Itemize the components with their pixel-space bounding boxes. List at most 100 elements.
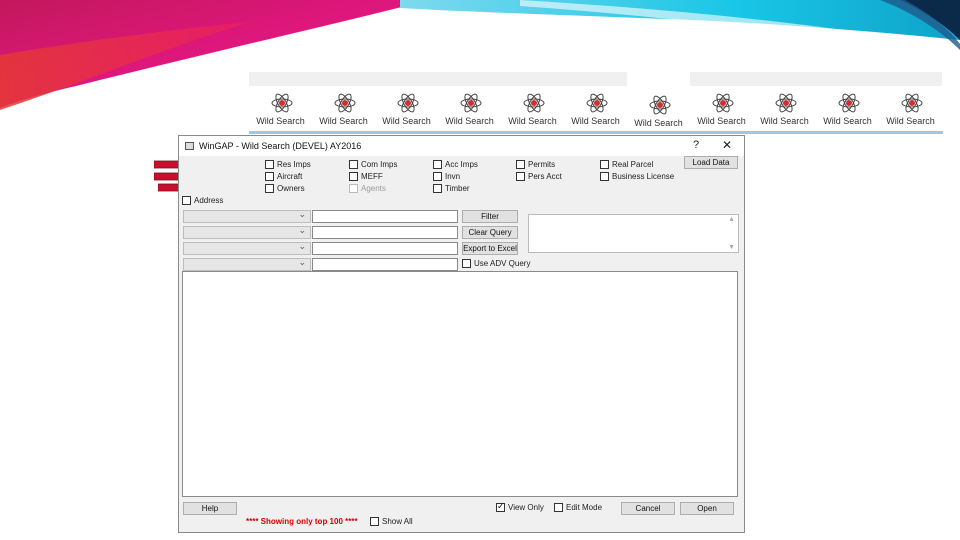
checkbox-box[interactable] [516,160,525,169]
checkbox-label: Agents [361,184,386,193]
pers-acct-checkbox[interactable]: Pers Acct [516,172,562,181]
edit-mode-checkbox[interactable]: Edit Mode [554,503,602,512]
help-icon[interactable]: ? [693,139,699,151]
tab-label: Wild Search [382,116,431,126]
checkbox-box[interactable] [265,184,274,193]
meff-checkbox[interactable]: MEFF [349,172,383,181]
checkbox-box[interactable] [600,172,609,181]
query-value-input-4[interactable] [312,258,458,271]
timber-checkbox[interactable]: Timber [433,184,470,193]
query-field-dropdown-4[interactable]: ⌄ [183,257,311,271]
address-checkbox[interactable]: Address [182,196,223,205]
open-button[interactable]: Open [680,502,734,515]
tab-label: Wild Search [634,118,683,128]
checkbox-label: Acc Imps [445,160,478,169]
checkbox-label: Permits [528,160,556,169]
atom-icon [271,93,293,113]
tab-wild-search-10[interactable]: Wild Search [816,72,879,134]
tab-wild-search-11[interactable]: Wild Search [879,72,942,134]
query-field-dropdown-1[interactable]: ⌄ [183,209,311,223]
checkbox-label: Address [194,196,224,205]
permits-checkbox[interactable]: Permits [516,160,555,169]
checkbox-box[interactable] [182,196,191,205]
chevron-down-icon: ⌄ [298,257,306,267]
checkbox-box[interactable] [370,517,379,526]
query-value-input-1[interactable] [312,210,458,223]
help-button[interactable]: Help [183,502,237,515]
checkbox-label: Show All [382,517,413,526]
clear-query-button[interactable]: Clear Query [462,226,518,239]
tab-wild-search-5[interactable]: Wild Search [501,72,564,134]
query-memo-box[interactable]: ▲ ▼ [528,214,739,253]
checkbox-box[interactable] [496,501,505,512]
real-parcel-checkbox[interactable]: Real Parcel [600,160,653,169]
checkbox-label: Owners [277,184,305,193]
slide: Wild Search Wild Search Wild Search Wild… [0,0,960,540]
com-imps-checkbox[interactable]: Com Imps [349,160,397,169]
checkbox-box[interactable] [462,259,471,268]
status-text: **** Showing only top 100 **** [246,517,358,526]
load-data-button[interactable]: Load Data [684,156,738,169]
atom-icon [334,93,356,113]
export-to-excel-button[interactable]: Export to Excel [462,242,518,255]
checkbox-box[interactable] [600,160,609,169]
chevron-down-icon: ⌄ [298,225,306,235]
atom-icon [523,93,545,113]
checkbox-box[interactable] [433,160,442,169]
tab-wild-search-3[interactable]: Wild Search [375,72,438,134]
tab-wild-search-8[interactable]: Wild Search [690,72,753,134]
tab-label: Wild Search [760,116,809,126]
checkbox-box[interactable] [516,172,525,181]
app-icon [185,142,194,150]
tab-wild-search-9[interactable]: Wild Search [753,72,816,134]
tab-label: Wild Search [697,116,746,126]
agents-checkbox: Agents [349,184,386,193]
checkbox-box[interactable] [265,160,274,169]
atom-icon [838,93,860,113]
query-field-dropdown-3[interactable]: ⌄ [183,241,311,255]
tab-wild-search-6[interactable]: Wild Search [564,72,627,134]
checkbox-box[interactable] [265,172,274,181]
tab-label: Wild Search [886,116,935,126]
use-adv-query-checkbox[interactable]: Use ADV Query [462,259,530,268]
tab-label: Wild Search [319,116,368,126]
dialog-title: WinGAP - Wild Search (DEVEL) AY2016 [199,141,362,151]
checkbox-label: Invn [445,172,461,181]
checkbox-label: Business License [612,172,675,181]
checkbox-box[interactable] [554,503,563,512]
filter-button[interactable]: Filter [462,210,518,223]
checkbox-box[interactable] [349,160,358,169]
tab-label: Wild Search [256,116,305,126]
acc-imps-checkbox[interactable]: Acc Imps [433,160,478,169]
tab-wild-search-2[interactable]: Wild Search [312,72,375,134]
scroll-up-icon[interactable]: ▲ [728,216,735,223]
checkbox-box[interactable] [349,172,358,181]
atom-icon [901,93,923,113]
res-imps-checkbox[interactable]: Res Imps [265,160,311,169]
scroll-down-icon[interactable]: ▼ [728,244,735,251]
results-grid[interactable] [182,271,738,497]
cancel-button[interactable]: Cancel [621,502,675,515]
atom-icon [397,93,419,113]
business-license-checkbox[interactable]: Business License [600,172,674,181]
view-only-checkbox[interactable]: View Only [496,501,544,512]
tab-wild-search-7-active[interactable]: Wild Search [627,72,690,134]
tab-wild-search-1[interactable]: Wild Search [249,72,312,134]
wild-search-dialog: WinGAP - Wild Search (DEVEL) AY2016 ? ✕ … [178,135,745,533]
checkbox-label: Res Imps [277,160,311,169]
checkbox-box [349,184,358,193]
checkbox-label: Aircraft [277,172,303,181]
aircraft-checkbox[interactable]: Aircraft [265,172,302,181]
tab-wild-search-4[interactable]: Wild Search [438,72,501,134]
close-icon[interactable]: ✕ [722,138,732,152]
invn-checkbox[interactable]: Invn [433,172,460,181]
show-all-checkbox[interactable]: Show All [370,517,413,526]
tab-label: Wild Search [445,116,494,126]
query-value-input-2[interactable] [312,226,458,239]
query-field-dropdown-2[interactable]: ⌄ [183,225,311,239]
checkbox-box[interactable] [433,184,442,193]
checkbox-box[interactable] [433,172,442,181]
owners-checkbox[interactable]: Owners [265,184,305,193]
checkbox-label: MEFF [361,172,383,181]
query-value-input-3[interactable] [312,242,458,255]
